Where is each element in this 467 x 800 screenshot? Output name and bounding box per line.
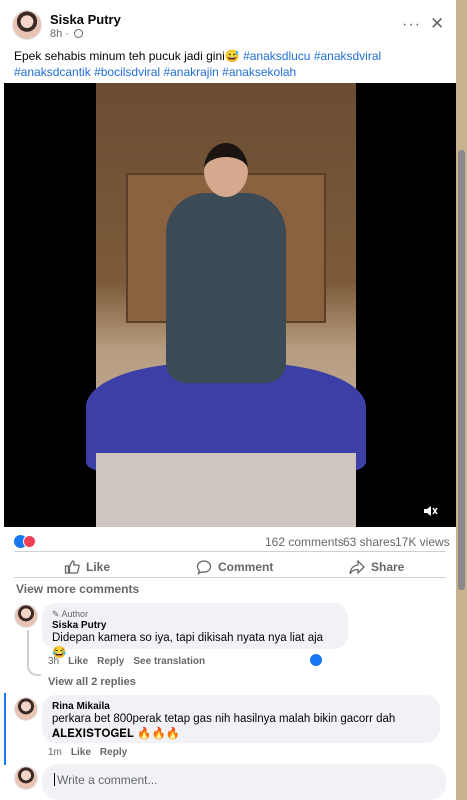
comment-author-name[interactable]: Siska Putry	[52, 620, 338, 631]
hashtag-link[interactable]: #bocilsdviral	[94, 65, 160, 79]
comments-count[interactable]: 162 comments	[265, 535, 344, 549]
comment-like-button[interactable]: Like	[71, 747, 91, 758]
mute-icon[interactable]	[422, 503, 438, 519]
hashtag-link[interactable]: #anaksdlucu	[243, 49, 310, 63]
reactions-summary[interactable]	[14, 535, 36, 551]
page-background-strip	[456, 0, 467, 800]
like-label: Like	[86, 560, 111, 574]
hashtag-link[interactable]: #anakrajin	[163, 65, 218, 79]
close-button[interactable]: ✕	[430, 14, 444, 34]
comment-bubble: Rina Mikaila perkara bet 800perak tetap …	[42, 695, 440, 743]
more-options-button[interactable]: ···	[402, 16, 421, 34]
like-button[interactable]: Like	[64, 556, 110, 578]
video-person-head	[204, 143, 248, 197]
comment-reply-button[interactable]: Reply	[97, 656, 124, 667]
comment-time[interactable]: 3h	[48, 656, 59, 667]
author-avatar[interactable]	[12, 10, 42, 40]
comment-actions: 1m Like Reply	[48, 747, 127, 758]
comment-text: perkara bet 800perak tetap gas nih hasil…	[52, 713, 396, 725]
comment-input[interactable]: Write a comment...	[42, 764, 446, 800]
scrollbar-thumb[interactable]	[458, 150, 465, 590]
share-button[interactable]: Share	[349, 556, 404, 578]
text-caret	[54, 773, 55, 786]
hashtag-link[interactable]: #anaksdviral	[314, 49, 381, 63]
views-count: 17K views	[395, 535, 450, 549]
hashtag-link[interactable]: #anaksekolah	[222, 65, 296, 79]
see-translation-button[interactable]: See translation	[133, 656, 205, 667]
comment-like-button[interactable]: Like	[68, 656, 88, 667]
love-reaction-icon	[23, 535, 36, 548]
commenter-avatar[interactable]	[14, 697, 38, 721]
post-header: Siska Putry 8h · ··· ✕	[12, 10, 452, 44]
comment-text-line2: 𝐀𝐋𝐄𝐗𝐈𝐒𝐓𝐎𝐆𝐄𝐋 🔥🔥🔥	[52, 728, 181, 740]
author-badge: ✎ Author	[52, 609, 89, 619]
comment-icon	[196, 560, 212, 575]
post-caption: Epek sehabis minum teh pucuk jadi gini😅 …	[14, 48, 450, 80]
comment-input-placeholder: Write a comment...	[57, 773, 158, 787]
divider	[14, 577, 446, 578]
post-time[interactable]: 8h	[50, 28, 62, 40]
video-player[interactable]	[4, 83, 456, 527]
post-card: Siska Putry 8h · ··· ✕ Epek sehabis minu…	[4, 0, 456, 800]
current-user-avatar	[14, 766, 38, 790]
comment-like-reaction-icon[interactable]	[310, 654, 322, 666]
comment-reply-button[interactable]: Reply	[100, 747, 127, 758]
author-badge-label: Author	[61, 609, 89, 619]
share-label: Share	[371, 560, 405, 574]
hashtag-link[interactable]: #anaksdcantik	[14, 65, 91, 79]
comment-actions: 3h Like Reply See translation	[48, 656, 205, 667]
active-comment-indicator	[4, 693, 6, 765]
view-more-comments-link[interactable]: View more comments	[16, 582, 139, 596]
post-meta: 8h ·	[50, 28, 84, 40]
share-icon	[349, 559, 365, 575]
shares-count[interactable]: 63 shares	[343, 535, 396, 549]
divider	[14, 551, 446, 552]
comment-author-name[interactable]: Rina Mikaila	[52, 701, 430, 712]
view-replies-link[interactable]: View all 2 replies	[48, 676, 136, 688]
video-floor	[96, 453, 356, 527]
caption-text: Epek sehabis minum teh pucuk jadi gini😅	[14, 49, 240, 63]
video-person	[166, 193, 286, 383]
comment-time[interactable]: 1m	[48, 747, 62, 758]
globe-icon	[74, 29, 84, 38]
thumbs-up-icon	[64, 560, 80, 574]
reply-thread-line	[27, 630, 41, 676]
author-name[interactable]: Siska Putry	[50, 12, 121, 27]
comment-label: Comment	[218, 560, 274, 574]
comment-button[interactable]: Comment	[196, 556, 273, 578]
commenter-avatar[interactable]	[14, 604, 38, 628]
video-frame	[86, 83, 366, 527]
comment-bubble: ✎ Author Siska Putry Didepan kamera so i…	[42, 603, 348, 659]
